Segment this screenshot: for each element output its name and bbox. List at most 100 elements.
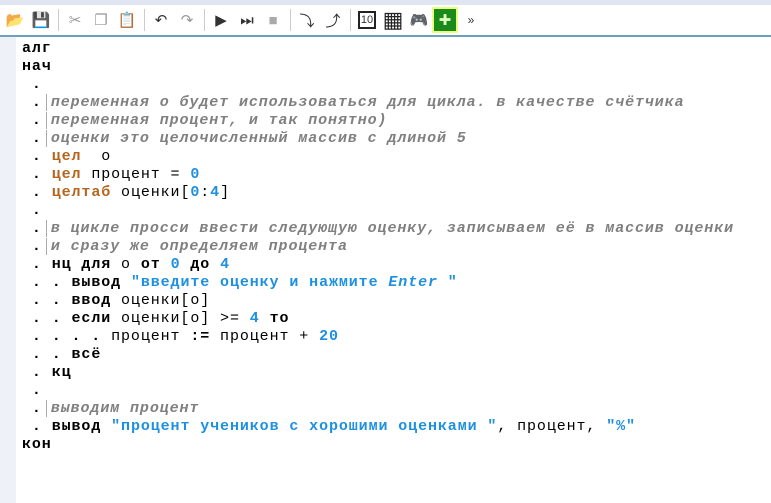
code-text: о xyxy=(81,148,112,165)
code-line[interactable]: . xyxy=(22,76,734,94)
code-line[interactable]: . кц xyxy=(22,364,734,382)
code-editor[interactable]: алг нач . . переменная о будет использоват… xyxy=(22,40,735,454)
toolbar: 📂 💾 ✂ ❐ 📋 ↶ ↷ ▶ ⏭ ■ ⤵ ⤴ 10 ▦ 🎮 ✚ » xyxy=(0,0,771,37)
code-text: процент xyxy=(111,328,191,345)
save-button[interactable]: 💾 xyxy=(30,9,52,31)
type-keyword: целтаб xyxy=(51,184,112,201)
redo-button[interactable]: ↷ xyxy=(176,9,198,31)
code-line[interactable]: . цел о xyxy=(22,148,734,166)
code-line[interactable]: . оценки это целочисленный массив с длино… xyxy=(22,130,734,148)
code-text: ] xyxy=(220,184,230,201)
robot-button[interactable]: 🎮 xyxy=(408,9,430,31)
number-literal: 4 xyxy=(220,256,231,273)
code-line[interactable]: . . если оценки[о] >= 4 то xyxy=(22,310,734,328)
open-icon: 📂 xyxy=(5,12,25,29)
comment: выводим процент xyxy=(45,400,200,417)
open-button[interactable]: 📂 xyxy=(4,9,26,31)
code-line[interactable]: . . ввод оценки[о] xyxy=(22,292,734,310)
code-text: , процент, xyxy=(497,418,607,435)
keyword: кц xyxy=(51,364,72,381)
code-line[interactable]: .в цикле просси ввести следующую оценку,… xyxy=(22,220,735,238)
string-literal: "%" xyxy=(606,418,636,435)
more-button[interactable]: » xyxy=(460,9,482,31)
undo-button[interactable]: ↶ xyxy=(150,9,172,31)
paste-button[interactable]: 📋 xyxy=(116,9,138,31)
code-line[interactable]: . нц для о от 0 до 4 xyxy=(22,256,734,274)
save-icon: 💾 xyxy=(31,12,51,29)
editor-gutter xyxy=(0,37,16,503)
grid-button[interactable]: ▦ xyxy=(382,7,404,32)
indent-dots: . xyxy=(22,166,52,183)
keyword: ввод xyxy=(71,292,112,309)
indent-dots: . xyxy=(22,400,42,417)
number-literal: 0 xyxy=(190,166,201,183)
string-literal: Enter xyxy=(388,274,438,291)
toolbar-separator xyxy=(350,9,351,31)
robot-icon: 🎮 xyxy=(409,12,429,29)
drawer-icon: ✚ xyxy=(438,12,452,29)
code-line[interactable]: алг xyxy=(22,40,734,58)
copy-button[interactable]: ❐ xyxy=(90,9,112,31)
run-step-icon: ⏭ xyxy=(240,11,254,29)
comment: в цикле просси ввести следующую оценку, … xyxy=(45,220,735,237)
copy-icon: ❐ xyxy=(94,12,108,29)
paste-icon: 📋 xyxy=(117,12,137,29)
keyword: нц для xyxy=(51,256,112,273)
code-line[interactable]: . целтаб оценки[0:4] xyxy=(22,184,734,202)
step-out-button[interactable]: ⤴ xyxy=(322,9,344,31)
code-text: процент + xyxy=(210,328,320,345)
code-line[interactable]: кон xyxy=(22,436,734,454)
redo-icon: ↷ xyxy=(180,12,194,29)
indent-dots: . . xyxy=(22,274,72,291)
code-line[interactable]: .и сразу же определяем процента xyxy=(22,238,734,256)
string-literal: "введите оценку и нажмите xyxy=(130,274,389,291)
keyword: нач xyxy=(22,58,52,75)
grid-icon: ▦ xyxy=(382,7,404,32)
comment: переменная процент, и так понятно) xyxy=(45,112,388,129)
keyword: вывод xyxy=(71,274,122,291)
string-literal: " xyxy=(437,274,458,291)
indent-dots: . xyxy=(22,184,52,201)
code-line[interactable]: . выводим процент xyxy=(22,400,734,418)
indent-dots: . xyxy=(22,76,42,93)
counter-button[interactable]: 10 xyxy=(356,9,378,31)
run-button[interactable]: ▶ xyxy=(210,9,232,31)
cut-button[interactable]: ✂ xyxy=(64,9,86,31)
drawer-button[interactable]: ✚ xyxy=(432,7,458,33)
stop-button[interactable]: ■ xyxy=(262,9,284,31)
code-text: о xyxy=(111,256,141,273)
code-line[interactable]: . переменная о будет использоваться для ц… xyxy=(22,94,734,112)
code-text: оценки[о] >= xyxy=(111,310,250,327)
code-line[interactable]: . . вывод "введите оценку и нажмите Ente… xyxy=(22,274,734,292)
toolbar-separator xyxy=(58,9,59,31)
code-line[interactable]: . xyxy=(22,202,734,220)
code-line[interactable]: . переменная процент, и так понятно) xyxy=(22,112,734,130)
code-line[interactable]: . цел процент = 0 xyxy=(22,166,734,184)
indent-dots: . xyxy=(22,148,52,165)
number-literal: 0 xyxy=(190,184,201,201)
toolbar-separator xyxy=(204,9,205,31)
code-line[interactable]: . вывод "процент учеников с хорошими оце… xyxy=(22,418,734,436)
indent-dots: . xyxy=(22,364,52,381)
type-keyword: цел xyxy=(51,148,82,165)
indent-dots: . . xyxy=(22,346,72,363)
comment: переменная о будет использоваться для ци… xyxy=(45,94,685,111)
string-literal: "процент учеников с хорошими оценками " xyxy=(111,418,498,435)
indent-dots: . xyxy=(22,238,42,255)
keyword: если xyxy=(71,310,112,327)
step-out-icon: ⤴ xyxy=(325,12,341,30)
keyword: то xyxy=(269,310,290,327)
step-into-button[interactable]: ⤵ xyxy=(296,9,318,31)
code-line[interactable]: . xyxy=(22,382,734,400)
code-line[interactable]: нач xyxy=(22,58,734,76)
number-literal: 20 xyxy=(319,328,339,345)
code-line[interactable]: . . . . процент := процент + 20 xyxy=(22,328,734,346)
cut-icon: ✂ xyxy=(68,12,82,29)
run-step-button[interactable]: ⏭ xyxy=(236,9,258,31)
indent-dots: . xyxy=(22,220,42,237)
indent-dots: . . xyxy=(22,310,72,327)
code-line[interactable]: . . всё xyxy=(22,346,734,364)
